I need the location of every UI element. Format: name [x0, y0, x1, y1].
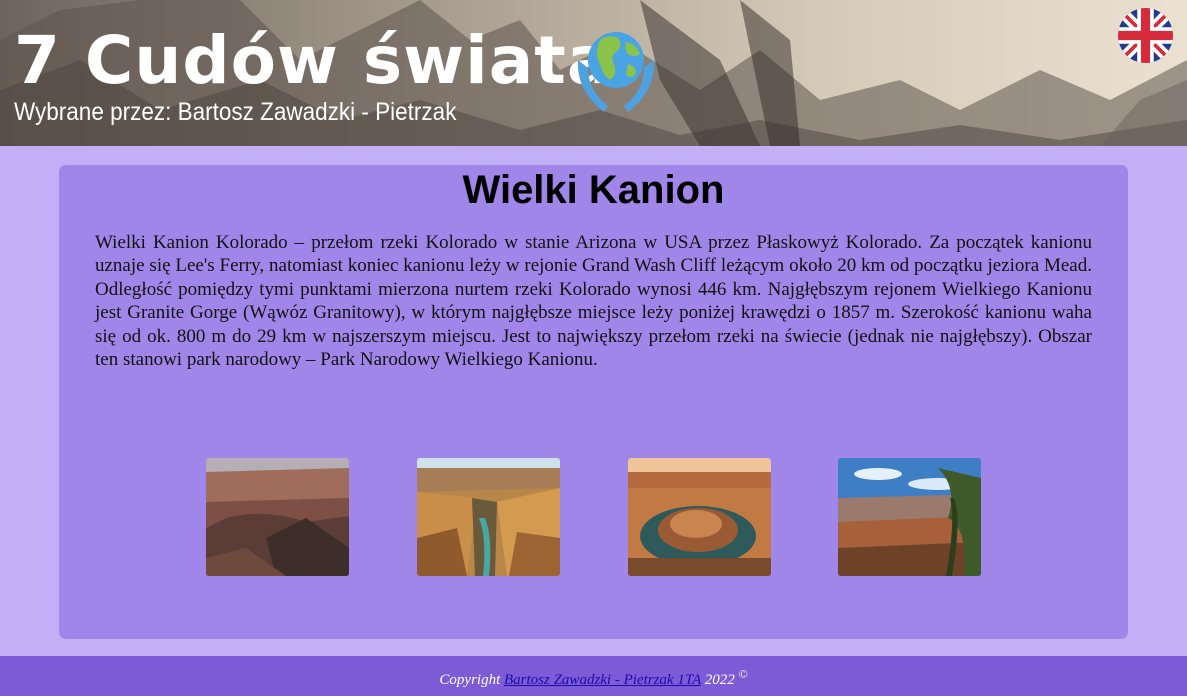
copyright-prefix: Copyright: [439, 672, 501, 688]
copyright-year: 2022: [704, 672, 735, 688]
wonder-title: Wielki Kanion: [462, 168, 725, 212]
uk-flag-icon[interactable]: [1118, 8, 1173, 63]
canyon-photo-2[interactable]: [417, 458, 560, 576]
site-title: 7 Cudów świata: [14, 22, 613, 99]
copyright-line: Copyright Bartosz Zawadzki - Pietrzak 1T…: [0, 667, 1187, 689]
canyon-photo-1[interactable]: [206, 458, 349, 576]
author-link[interactable]: Bartosz Zawadzki - Pietrzak 1TA: [504, 672, 701, 688]
canyon-photo-3[interactable]: [628, 458, 771, 576]
canyon-photo-4[interactable]: [838, 458, 981, 576]
copyright-symbol: ©: [738, 667, 748, 681]
content-card: Wielki Kanion Wielki Kanion Kolorado – p…: [59, 165, 1128, 639]
footer: Copyright Bartosz Zawadzki - Pietrzak 1T…: [0, 656, 1187, 696]
globe-in-hands-icon: [574, 20, 658, 120]
wonder-description: Wielki Kanion Kolorado – przełom rzeki K…: [95, 232, 1092, 371]
photo-gallery: [59, 458, 1128, 576]
subtitle-author: Wybrane przez: Bartosz Zawadzki - Pietrz…: [14, 98, 457, 126]
header-banner: 7 Cudów świata Wybrane przez: Bartosz Za…: [0, 0, 1187, 146]
